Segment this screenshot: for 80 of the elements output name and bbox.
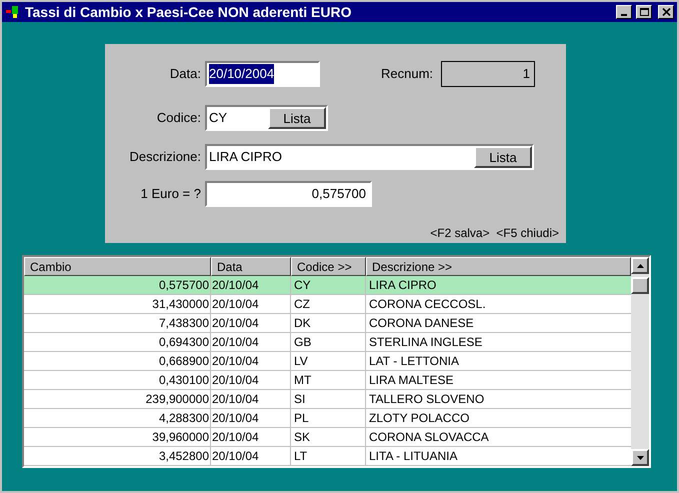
table-cell-text: CORONA DANESE — [368, 315, 475, 332]
column-header[interactable]: Codice >> — [291, 257, 366, 276]
field-label: Descrizione: — [128, 148, 202, 166]
field-label: 1 Euro = ? — [140, 185, 202, 204]
scroll-thumb[interactable] — [631, 277, 649, 294]
app-icon — [5, 5, 21, 19]
table-cell: 39,960000 — [24, 428, 211, 446]
table-cell: 20/10/04 — [211, 409, 291, 427]
column-header[interactable]: Cambio — [24, 257, 211, 276]
window-title: Tassi di Cambio x Paesi-Cee NON aderenti EURO — [25, 2, 352, 22]
table-cell: 20/10/04 — [211, 447, 291, 465]
field-label: Recnum: — [381, 65, 434, 84]
table-cell: 20/10/04 — [211, 371, 291, 389]
table-cell: 20/10/04 — [211, 276, 291, 294]
field-label: Data: — [168, 65, 202, 84]
minimize-button[interactable] — [616, 5, 632, 19]
table-cell-text: STERLINA INGLESE — [368, 334, 484, 351]
descrizione-field[interactable]: LIRA CIPRO Lista — [205, 144, 534, 170]
table-row[interactable]: 31,430000 20/10/04 CZ CORONA CECCOSL. — [24, 295, 631, 314]
table-cell-text: ZLOTY POLACCO — [368, 410, 470, 427]
table-cell: 20/10/04 — [211, 352, 291, 370]
euro-field[interactable]: 0,575700 — [205, 181, 372, 207]
date-field[interactable]: 20/10/2004 — [205, 61, 320, 87]
table-cell: 7,438300 — [24, 314, 211, 332]
close-button[interactable] — [658, 5, 674, 19]
table-row[interactable]: 4,288300 20/10/04 PL ZLOTY POLACCO — [24, 409, 631, 428]
table-cell: 20/10/04 — [211, 295, 291, 313]
table-cell-text: LIRA CIPRO — [368, 277, 438, 294]
maximize-icon — [640, 8, 648, 16]
table-cell-text: LITA - LITUANIA — [368, 448, 458, 465]
table-cell: 20/10/04 — [211, 390, 291, 408]
table-cell: 239,900000 — [24, 390, 211, 408]
column-header[interactable]: Data — [211, 257, 291, 276]
table-cell: PL — [291, 409, 366, 427]
table-cell: 20/10/04 — [211, 333, 291, 351]
table-cell-text: CORONA SLOVACCA — [368, 429, 490, 446]
codice-field[interactable]: CY Lista — [205, 105, 328, 131]
table-row[interactable]: 0,668900 20/10/04 LV LAT - LETTONIA — [24, 352, 631, 371]
table-cell: CY — [291, 276, 366, 294]
table-row[interactable]: 0,430100 20/10/04 MT LIRA MALTESE — [24, 371, 631, 390]
table-cell: SK — [291, 428, 366, 446]
scrollbar[interactable] — [631, 257, 649, 466]
table-cell: CZ — [291, 295, 366, 313]
close-icon — [662, 8, 670, 16]
table-row[interactable]: 0,575700 20/10/04 CY LIRA CIPRO — [24, 276, 631, 295]
table-row[interactable]: 0,694300 20/10/04 GB STERLINA INGLESE — [24, 333, 631, 352]
table-cell: 4,288300 — [24, 409, 211, 427]
table-cell: SI — [291, 390, 366, 408]
up-arrow-icon — [636, 264, 644, 268]
table-cell-text: TALLERO SLOVENO — [368, 391, 486, 408]
column-header[interactable]: Descrizione >> — [366, 257, 631, 276]
table-cell: 3,452800 — [24, 447, 211, 465]
lista-button[interactable]: Lista — [268, 107, 326, 129]
table-cell: DK — [291, 314, 366, 332]
table-cell: 0,575700 — [24, 276, 211, 294]
table-row[interactable]: 7,438300 20/10/04 DK CORONA DANESE — [24, 314, 631, 333]
table-cell: LV — [291, 352, 366, 370]
table-cell: 0,430100 — [24, 371, 211, 389]
table-cell-text: LIRA MALTESE — [368, 372, 454, 389]
shortcut-hint: <F2 salva> <F5 chiudi> — [430, 225, 559, 242]
table-cell: 20/10/04 — [211, 428, 291, 446]
down-arrow-icon — [636, 456, 644, 460]
table-row[interactable]: 239,900000 20/10/04 SI TALLERO SLOVENO — [24, 390, 631, 409]
table-cell: GB — [291, 333, 366, 351]
table-cell: LT — [291, 447, 366, 465]
table-cell: MT — [291, 371, 366, 389]
table-cell: 0,668900 — [24, 352, 211, 370]
table-cell: 31,430000 — [24, 295, 211, 313]
table-row[interactable]: 39,960000 20/10/04 SK CORONA SLOVACCA — [24, 428, 631, 447]
maximize-button[interactable] — [636, 5, 652, 19]
recnum-field: 1 — [441, 61, 535, 87]
scroll-up-button[interactable] — [631, 257, 649, 274]
field-label: Codice: — [156, 109, 202, 128]
table-cell: 20/10/04 — [211, 314, 291, 332]
table-cell-text: CORONA CECCOSL. — [368, 296, 487, 313]
table-row[interactable]: 3,452800 20/10/04 LT LITA - LITUANIA — [24, 447, 631, 466]
scroll-down-button[interactable] — [631, 449, 649, 466]
table-cell: 0,694300 — [24, 333, 211, 351]
lista-button[interactable]: Lista — [474, 146, 532, 168]
table-cell-text: LAT - LETTONIA — [368, 353, 460, 370]
